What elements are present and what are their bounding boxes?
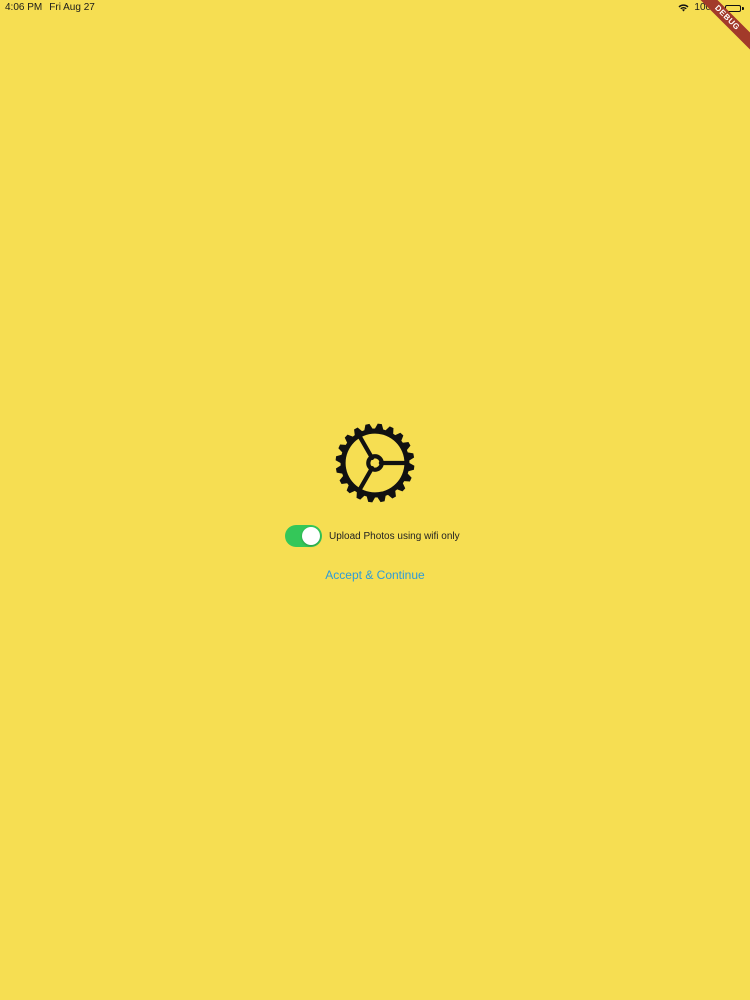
battery-percent: 100% xyxy=(694,2,720,13)
wifi-only-switch[interactable] xyxy=(285,525,322,547)
wifi-only-label: Upload Photos using wifi only xyxy=(329,530,460,542)
wifi-only-setting: Upload Photos using wifi only xyxy=(285,524,460,548)
status-right: 100% xyxy=(678,0,744,16)
wifi-icon xyxy=(678,4,689,12)
switch-knob xyxy=(302,527,320,545)
status-bar: 4:06 PM Fri Aug 27 100% xyxy=(0,0,750,16)
status-left: 4:06 PM Fri Aug 27 xyxy=(5,0,95,16)
status-date: Fri Aug 27 xyxy=(49,2,95,13)
battery-icon xyxy=(725,4,744,12)
gear-icon xyxy=(333,421,417,505)
accept-continue-button[interactable]: Accept & Continue xyxy=(0,568,750,582)
status-time: 4:06 PM xyxy=(5,2,43,13)
